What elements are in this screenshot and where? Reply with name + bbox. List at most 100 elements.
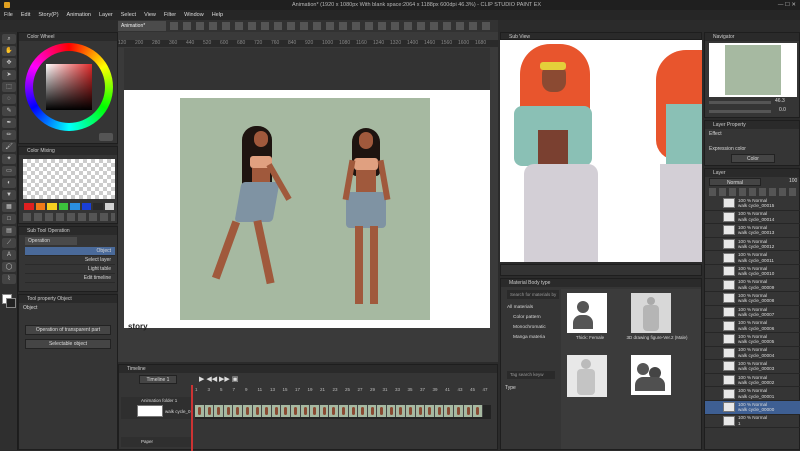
menu-item[interactable]: Filter (160, 10, 180, 20)
tab-operation[interactable]: Operation (25, 237, 77, 245)
color-swatch[interactable] (93, 203, 103, 210)
subview-image[interactable] (500, 40, 702, 262)
selection-tool-icon[interactable]: ⬚ (2, 82, 16, 92)
frame-cel[interactable] (204, 405, 215, 417)
frame-strip[interactable] (195, 405, 491, 419)
menu-item[interactable]: File (0, 10, 17, 20)
material-item-thick-female[interactable] (567, 293, 607, 333)
frame-cel[interactable] (252, 405, 263, 417)
mixing-tools[interactable] (23, 213, 115, 221)
airbrush-tool-icon[interactable]: ✦ (2, 154, 16, 164)
layer-row[interactable]: 100 % Normal walk cycle_00006 (705, 319, 800, 333)
menu-item[interactable]: Select (117, 10, 140, 20)
menu-item[interactable]: Help (208, 10, 227, 20)
frame-cel[interactable] (377, 405, 387, 417)
zoom-slider[interactable] (709, 101, 771, 104)
frame-cel[interactable] (463, 405, 474, 417)
balloon-tool-icon[interactable]: ◯ (2, 262, 16, 272)
object-tool-icon[interactable]: ➤ (2, 70, 16, 80)
navigator-preview[interactable] (709, 43, 797, 97)
frame-cel[interactable] (290, 405, 301, 417)
frame-cel[interactable] (233, 405, 243, 417)
command-icons[interactable] (170, 22, 490, 30)
frame-cel[interactable] (300, 405, 311, 417)
frame-cel[interactable] (329, 405, 339, 417)
hand-tool-icon[interactable]: ✋ (2, 46, 16, 56)
frame-cel[interactable] (271, 405, 282, 417)
frame-tool-icon[interactable]: ▤ (2, 226, 16, 236)
frame-cel[interactable] (406, 405, 416, 417)
correction-tool-icon[interactable]: ⌇ (2, 274, 16, 284)
color-swatch[interactable] (58, 203, 68, 210)
layer-row[interactable]: 100 % Normal walk cycle_00009 (705, 279, 800, 293)
eraser-tool-icon[interactable]: ▭ (2, 166, 16, 176)
material-search-input[interactable]: Search for materials by (507, 290, 559, 299)
color-swatch[interactable] (70, 203, 80, 210)
layer-row[interactable]: 100 % Normal walk cycle_00003 (705, 360, 800, 374)
eyedropper-icon[interactable]: ✎ (2, 106, 16, 116)
playback-controls[interactable]: ▶ ◀◀ ▶▶ ▣ (199, 375, 239, 384)
frame-cel[interactable] (473, 405, 483, 417)
frame-cel[interactable] (281, 405, 291, 417)
frame-cel[interactable] (425, 405, 435, 417)
layer-row[interactable]: 100 % Normal walk cycle_00013 (705, 224, 800, 238)
layer-row[interactable]: 100 % Normal 1 (705, 415, 800, 429)
layer-row[interactable]: 100 % Normal walk cycle_00001 (705, 387, 800, 401)
material-item-3d-male[interactable] (631, 293, 671, 333)
frame-cel[interactable] (214, 405, 224, 417)
transparent-part-select[interactable]: Operation of transparent part (25, 325, 111, 335)
track-paper[interactable]: Paper (121, 437, 191, 447)
layer-row[interactable]: 100 % Normal walk cycle_00012 (705, 238, 800, 252)
menu-item[interactable]: Window (180, 10, 208, 20)
figure-tool-icon[interactable]: □ (2, 214, 16, 224)
pen-tool-icon[interactable]: ✒ (2, 118, 16, 128)
brush-tool-icon[interactable]: 🖌 (2, 142, 16, 152)
frame-cel[interactable] (358, 405, 368, 417)
color-swatch[interactable] (35, 203, 45, 210)
track-animation-folder[interactable]: Animation folder 1 walk cycle_0 (121, 397, 191, 419)
layer-row[interactable]: 100 % Normal walk cycle_00004 (705, 347, 800, 361)
text-tool-icon[interactable]: A (2, 250, 16, 260)
selectable-object-select[interactable]: Selectable object (25, 339, 111, 349)
layer-row[interactable]: 100 % Normal walk cycle_00002 (705, 374, 800, 388)
sub-tool-item[interactable]: Edit timeline (25, 274, 115, 283)
ruler-tool-icon[interactable]: ⟋ (2, 238, 16, 248)
move-tool-icon[interactable]: ✥ (2, 58, 16, 68)
layer-row[interactable]: 100 % Normal walk cycle_00010 (705, 265, 800, 279)
material-tree-item[interactable]: Manga materia (505, 333, 559, 343)
layer-row[interactable]: 100 % Normal walk cycle_00007 (705, 306, 800, 320)
pencil-tool-icon[interactable]: ✏ (2, 130, 16, 140)
sub-tool-item[interactable]: Light table (25, 265, 115, 274)
color-swatch[interactable] (81, 203, 91, 210)
tab-animation[interactable]: Animation* (118, 21, 166, 31)
frame-cel[interactable] (434, 405, 445, 417)
material-tree-item[interactable]: Color pattern (505, 313, 559, 323)
frame-cel[interactable] (223, 405, 234, 417)
color-swatch[interactable] (47, 203, 57, 210)
frame-cel[interactable] (348, 405, 359, 417)
frame-cel[interactable] (242, 405, 253, 417)
layer-row[interactable]: 100 % Normal walk cycle_00005 (705, 333, 800, 347)
fill-tool-icon[interactable]: ▼ (2, 190, 16, 200)
layer-row[interactable]: 100 % Normal walk cycle_00008 (705, 292, 800, 306)
material-item-4[interactable] (631, 355, 671, 395)
sub-tool-item[interactable]: Select layer (25, 256, 115, 265)
blend-tool-icon[interactable]: ◐ (2, 178, 16, 188)
expression-color-select[interactable]: Color (731, 154, 775, 163)
gradient-tool-icon[interactable]: ▦ (2, 202, 16, 212)
frame-cel[interactable] (444, 405, 455, 417)
blend-mode-select[interactable]: Normal (709, 178, 761, 186)
window-controls[interactable]: — ☐ ✕ (778, 0, 796, 10)
tag-search-input[interactable]: Tag search keyw (507, 371, 555, 379)
mixing-canvas[interactable] (23, 159, 115, 199)
frame-cel[interactable] (386, 405, 397, 417)
frame-cel[interactable] (367, 405, 378, 417)
saturation-square[interactable] (46, 64, 92, 110)
frame-cel[interactable] (310, 405, 320, 417)
rotate-slider[interactable] (709, 110, 771, 113)
layer-row[interactable]: 100 % Normal walk cycle_00014 (705, 211, 800, 225)
layer-row[interactable]: 100 % Normal walk cycle_00011 (705, 251, 800, 265)
frame-cel[interactable] (415, 405, 426, 417)
menu-item[interactable]: Edit (17, 10, 34, 20)
layer-row[interactable]: 100 % Normal walk cycle_00000 (705, 400, 800, 415)
